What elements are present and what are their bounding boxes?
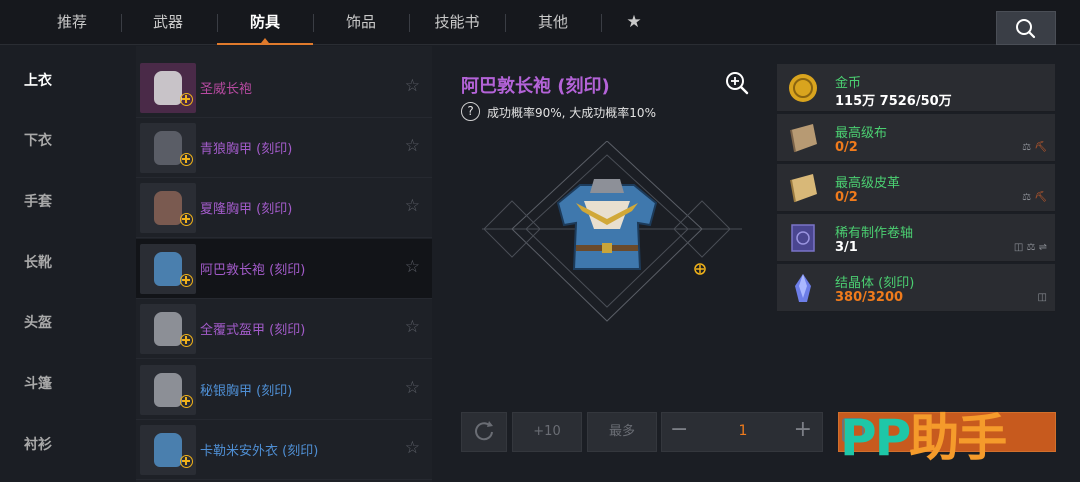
category-bottoms[interactable]: 下衣 bbox=[24, 130, 52, 150]
item-thumbnail bbox=[140, 365, 196, 415]
engrave-badge-icon bbox=[180, 455, 193, 468]
material-count: 380/3200 bbox=[835, 290, 904, 305]
list-item[interactable]: 全覆式盔甲 (刻印) ☆ bbox=[136, 299, 432, 359]
category-gloves[interactable]: 手套 bbox=[24, 191, 52, 211]
success-rate-text: 成功概率90%, 大成功概率10% bbox=[487, 106, 656, 120]
item-name: 秘银胸甲 (刻印) bbox=[200, 384, 293, 399]
acquire-icons[interactable]: ◫ ⚖ ⇌ bbox=[1014, 242, 1047, 253]
category-boots[interactable]: 长靴 bbox=[24, 252, 52, 272]
category-sidebar: 上衣 下衣 手套 长靴 头盔 斗篷 衬衫 bbox=[0, 46, 136, 482]
tab-skillbooks[interactable]: 技能书 bbox=[409, 0, 505, 45]
favorite-star-icon[interactable]: ☆ bbox=[405, 378, 420, 398]
materials-panel: 金币 115万 7526/50万 最高级布 0/2 ⚖ ⛏ 最高级皮革 0/2 … bbox=[777, 64, 1055, 312]
list-item[interactable]: 夏隆胸甲 (刻印) ☆ bbox=[136, 178, 432, 238]
category-cloaks[interactable]: 斗篷 bbox=[24, 373, 52, 393]
top-tab-bar: 推荐 武器 防具 饰品 技能书 其他 ★ bbox=[0, 0, 1080, 45]
scroll-icon bbox=[791, 224, 815, 252]
acquire-icons[interactable]: ⚖ ⛏ bbox=[1022, 142, 1047, 153]
item-thumbnail bbox=[140, 425, 196, 475]
favorite-star-icon[interactable]: ☆ bbox=[405, 76, 420, 96]
item-thumbnail bbox=[140, 244, 196, 294]
material-row[interactable]: 结晶体 (刻印) 380/3200 ◫ bbox=[777, 264, 1055, 312]
watermark-logo: PP助手 bbox=[840, 409, 1007, 467]
search-icon bbox=[1016, 19, 1036, 39]
favorite-star-icon[interactable]: ☆ bbox=[405, 438, 420, 458]
tab-accessories[interactable]: 饰品 bbox=[313, 0, 409, 45]
material-name: 结晶体 (刻印) bbox=[835, 276, 915, 291]
acquire-icons[interactable]: ◫ bbox=[1038, 292, 1047, 303]
material-row[interactable]: 金币 115万 7526/50万 bbox=[777, 64, 1055, 112]
list-item[interactable]: 秘银胸甲 (刻印) ☆ bbox=[136, 360, 432, 420]
engrave-badge-icon bbox=[180, 93, 193, 106]
material-name: 金币 bbox=[835, 76, 862, 91]
favorite-star-icon[interactable]: ☆ bbox=[405, 136, 420, 156]
material-count: 0/2 bbox=[835, 190, 858, 205]
item-thumbnail bbox=[140, 183, 196, 233]
cloth-icon bbox=[790, 124, 817, 153]
engrave-badge-icon bbox=[180, 395, 193, 408]
item-list: 圣威长袍 ☆ 青狼胸甲 (刻印) ☆ 夏隆胸甲 (刻印) ☆ 阿巴敦长袍 (刻印… bbox=[136, 46, 432, 482]
favorite-star-icon[interactable]: ☆ bbox=[405, 196, 420, 216]
item-name: 全覆式盔甲 (刻印) bbox=[200, 323, 306, 338]
material-count: 3/1 bbox=[835, 240, 858, 255]
quantity-stepper: − 1 + bbox=[661, 412, 823, 452]
engrave-badge-icon bbox=[180, 213, 193, 226]
material-row[interactable]: 最高级布 0/2 ⚖ ⛏ bbox=[777, 114, 1055, 162]
item-name: 阿巴敦长袍 (刻印) bbox=[200, 263, 306, 278]
tab-weapons[interactable]: 武器 bbox=[120, 0, 216, 45]
engrave-badge-icon bbox=[180, 153, 193, 166]
zoom-in-icon[interactable] bbox=[724, 70, 750, 96]
material-name: 最高级皮革 bbox=[835, 176, 901, 191]
item-name: 圣威长袍 bbox=[200, 82, 253, 97]
favorite-star-icon[interactable]: ☆ bbox=[405, 317, 420, 337]
material-count: 115万 7526/50万 bbox=[835, 94, 952, 109]
tab-divider bbox=[601, 14, 602, 32]
engrave-badge-icon bbox=[180, 274, 193, 287]
item-thumbnail bbox=[140, 304, 196, 354]
item-preview bbox=[482, 141, 742, 322]
material-row[interactable]: 最高级皮革 0/2 ⚖ ⛏ bbox=[777, 164, 1055, 212]
item-title: 阿巴敦长袍 (刻印) bbox=[461, 76, 610, 97]
gold-coin-icon bbox=[789, 74, 817, 102]
crystal-icon bbox=[795, 274, 811, 302]
material-count: 0/2 bbox=[835, 140, 858, 155]
help-icon[interactable]: ? bbox=[461, 102, 480, 121]
tab-recommend[interactable]: 推荐 bbox=[24, 0, 120, 45]
item-name: 夏隆胸甲 (刻印) bbox=[200, 202, 293, 217]
category-shirts[interactable]: 衬衫 bbox=[24, 434, 52, 454]
category-tops[interactable]: 上衣 bbox=[24, 70, 52, 90]
tab-armor[interactable]: 防具 bbox=[217, 0, 313, 45]
reset-button[interactable] bbox=[461, 412, 507, 452]
max-button[interactable]: 最多 bbox=[587, 412, 657, 452]
item-name: 卡勒米安外衣 (刻印) bbox=[200, 444, 319, 459]
leather-icon bbox=[790, 174, 817, 203]
refresh-icon bbox=[475, 421, 493, 441]
favorite-star-icon[interactable]: ☆ bbox=[405, 257, 420, 277]
item-detail-panel: 阿巴敦长袍 (刻印) ? 成功概率90%, 大成功概率10% +10 最多 − … bbox=[432, 46, 823, 482]
list-item[interactable]: 圣威长袍 ☆ bbox=[136, 58, 432, 118]
plus-ten-button[interactable]: +10 bbox=[512, 412, 582, 452]
tab-other[interactable]: 其他 bbox=[505, 0, 601, 45]
list-item[interactable]: 卡勒米安外衣 (刻印) ☆ bbox=[136, 420, 432, 480]
material-name: 稀有制作卷轴 bbox=[835, 226, 914, 241]
list-item-selected[interactable]: 阿巴敦长袍 (刻印) ☆ bbox=[136, 239, 432, 299]
material-row[interactable]: 稀有制作卷轴 3/1 ◫ ⚖ ⇌ bbox=[777, 214, 1055, 262]
category-helmets[interactable]: 头盔 bbox=[24, 312, 52, 332]
item-name: 青狼胸甲 (刻印) bbox=[200, 142, 293, 157]
search-button[interactable] bbox=[996, 11, 1056, 45]
item-thumbnail bbox=[140, 123, 196, 173]
engrave-badge-icon bbox=[180, 334, 193, 347]
acquire-icons[interactable]: ⚖ ⛏ bbox=[1022, 192, 1047, 203]
item-thumbnail bbox=[140, 63, 196, 113]
favorites-star-icon[interactable]: ★ bbox=[620, 0, 648, 45]
increase-button[interactable]: + bbox=[794, 417, 812, 442]
list-item[interactable]: 青狼胸甲 (刻印) ☆ bbox=[136, 118, 432, 178]
material-name: 最高级布 bbox=[835, 126, 888, 141]
